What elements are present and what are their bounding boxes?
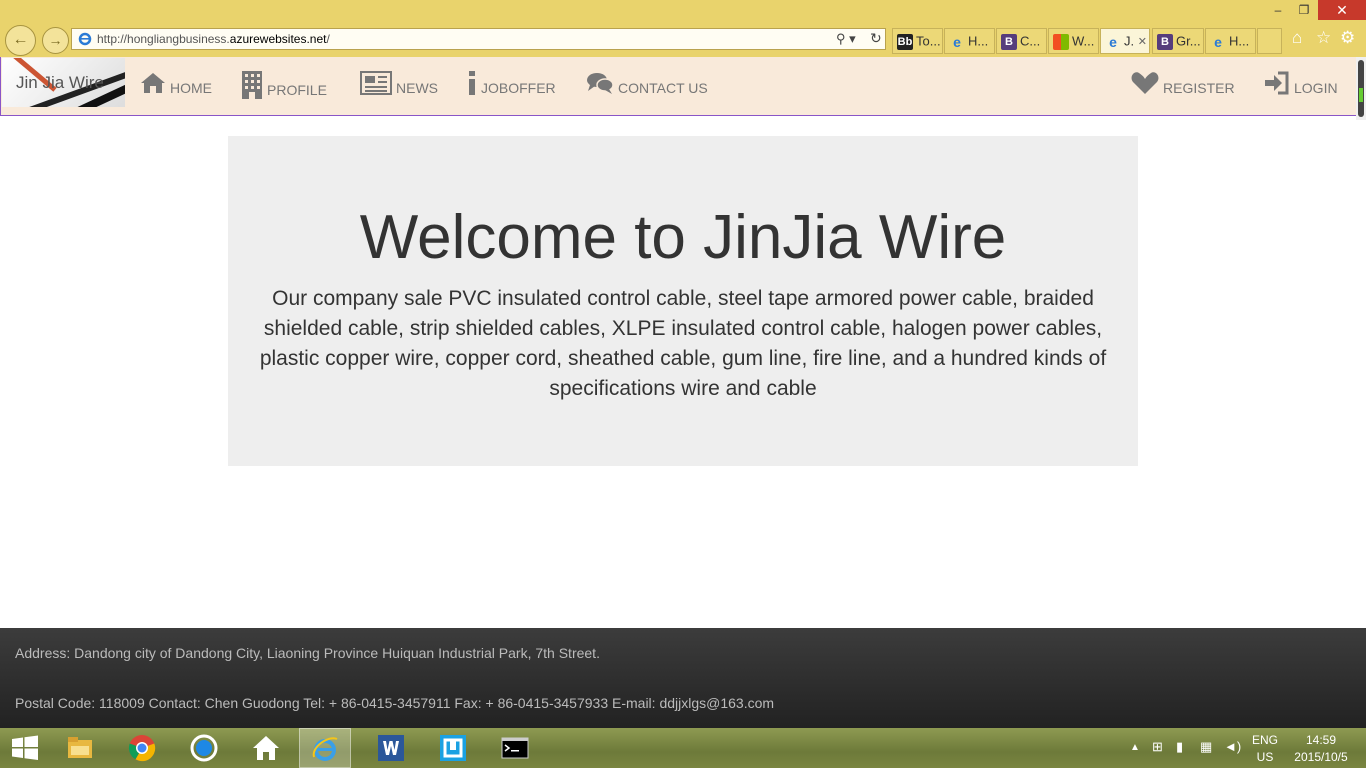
bootstrap-icon: B bbox=[1001, 33, 1017, 50]
ie-page-icon bbox=[78, 32, 92, 46]
browser-chrome: ‒ ❐ ✕ ← → http://hongliangbusiness.azure… bbox=[0, 0, 1366, 57]
taskbar-app[interactable] bbox=[424, 728, 482, 768]
gear-icon[interactable]: ⚙ bbox=[1340, 28, 1355, 48]
taskbar-file-explorer[interactable] bbox=[51, 728, 109, 768]
search-icon[interactable]: ⚲ ▾ bbox=[836, 31, 856, 47]
start-icon bbox=[12, 735, 38, 760]
tab-7[interactable]: e H... bbox=[1205, 28, 1256, 54]
logo[interactable]: Jin Jia Wire bbox=[2, 58, 125, 107]
volume-icon[interactable]: ◄) bbox=[1224, 739, 1241, 754]
windows-icon bbox=[1053, 33, 1069, 50]
info-icon bbox=[469, 71, 475, 95]
taskbar-chrome[interactable] bbox=[113, 728, 171, 768]
footer: Address: Dandong city of Dandong City, L… bbox=[0, 628, 1366, 728]
site-navbar: Jin Jia Wire HOME PROFILE NEWS JOBOFFER … bbox=[0, 57, 1356, 116]
taskbar-onedrive[interactable] bbox=[175, 728, 233, 768]
newspaper-icon bbox=[360, 71, 392, 95]
back-button[interactable]: ← bbox=[5, 25, 36, 56]
taskbar-command-prompt[interactable] bbox=[486, 728, 544, 768]
footer-address: Address: Dandong city of Dandong City, L… bbox=[15, 645, 600, 661]
building-icon bbox=[242, 71, 262, 99]
heart-icon bbox=[1131, 72, 1159, 94]
favorites-icon[interactable]: ☆ bbox=[1316, 28, 1331, 48]
nav-register[interactable]: REGISTER bbox=[1131, 71, 1235, 101]
tab-close-icon[interactable]: ✕ bbox=[1138, 36, 1147, 48]
internet-explorer-icon bbox=[312, 737, 338, 761]
start-button[interactable] bbox=[0, 728, 50, 768]
intro-text: Our company sale PVC insulated control c… bbox=[259, 287, 1107, 400]
tab-3[interactable]: B C... bbox=[996, 28, 1047, 54]
ie-icon: e bbox=[953, 33, 961, 50]
clock[interactable]: 14:59 2015/10/5 bbox=[1290, 732, 1352, 766]
taskbar-word[interactable] bbox=[362, 728, 420, 768]
file-explorer-icon bbox=[68, 737, 92, 758]
nav-home[interactable]: HOME bbox=[140, 71, 212, 101]
tab-2[interactable]: e H... bbox=[944, 28, 995, 54]
taskbar-internet-explorer[interactable] bbox=[299, 728, 351, 768]
page-scrollbar[interactable] bbox=[1356, 57, 1366, 120]
nav-joboffer[interactable]: JOBOFFER bbox=[467, 71, 556, 101]
footer-contact: Postal Code: 118009 Contact: Chen Guodon… bbox=[15, 695, 775, 711]
ie-icon: e bbox=[1109, 33, 1117, 50]
network-icon[interactable]: ▦ bbox=[1200, 739, 1212, 755]
logo-text: Jin Jia Wire bbox=[16, 73, 104, 92]
taskbar-homegroup[interactable] bbox=[237, 728, 295, 768]
ie-icon: e bbox=[1214, 33, 1222, 50]
word-icon bbox=[378, 735, 404, 761]
page-title: Welcome to JinJia Wire bbox=[359, 203, 1007, 272]
command-prompt-icon bbox=[501, 737, 529, 759]
forward-arrow-icon: → bbox=[48, 32, 63, 48]
home-icon bbox=[141, 73, 165, 93]
close-window-button[interactable]: ✕ bbox=[1318, 0, 1366, 20]
app-icon bbox=[440, 735, 466, 761]
back-arrow-icon: ← bbox=[12, 31, 29, 48]
tab-4[interactable]: W... bbox=[1048, 28, 1099, 54]
minimize-button[interactable]: ‒ bbox=[1266, 0, 1290, 20]
refresh-icon[interactable]: ↻ bbox=[870, 30, 882, 47]
restore-button[interactable]: ❐ bbox=[1292, 0, 1316, 20]
bb-icon: Bb bbox=[897, 33, 913, 50]
onedrive-icon bbox=[190, 734, 218, 762]
nav-profile[interactable]: PROFILE bbox=[241, 71, 327, 101]
jumbotron: Welcome to JinJia Wire Our company sale … bbox=[228, 136, 1138, 466]
show-hidden-icons[interactable]: ▲ bbox=[1130, 742, 1140, 753]
login-icon bbox=[1265, 71, 1289, 95]
nav-news[interactable]: NEWS bbox=[360, 71, 438, 101]
nav-login[interactable]: LOGIN bbox=[1264, 71, 1338, 101]
action-center-icon[interactable]: ⊞ bbox=[1152, 739, 1163, 755]
nav-contact-us[interactable]: CONTACT US bbox=[586, 71, 708, 101]
new-tab-button[interactable] bbox=[1257, 28, 1282, 54]
taskbar: ▲ ⊞ ▮ ▦ ◄) ENG US 14:59 2015/10/5 bbox=[0, 728, 1366, 768]
comments-icon bbox=[587, 73, 614, 94]
address-url[interactable]: http://hongliangbusiness.azurewebsites.n… bbox=[97, 32, 330, 46]
home-icon bbox=[253, 736, 279, 760]
tab-5-active[interactable]: e J. ✕ bbox=[1100, 28, 1150, 54]
address-bar[interactable]: http://hongliangbusiness.azurewebsites.n… bbox=[71, 28, 886, 50]
chrome-icon bbox=[128, 735, 156, 762]
scrollbar-thumb[interactable] bbox=[1358, 60, 1364, 117]
home-icon[interactable]: ⌂ bbox=[1292, 28, 1302, 48]
tab-6[interactable]: B Gr... bbox=[1152, 28, 1204, 54]
bootstrap-icon: B bbox=[1157, 33, 1173, 50]
forward-button[interactable]: → bbox=[42, 27, 69, 54]
power-icon[interactable]: ▮ bbox=[1176, 739, 1183, 755]
language-indicator[interactable]: ENG US bbox=[1252, 732, 1278, 766]
tab-1[interactable]: Bb To... bbox=[892, 28, 943, 54]
